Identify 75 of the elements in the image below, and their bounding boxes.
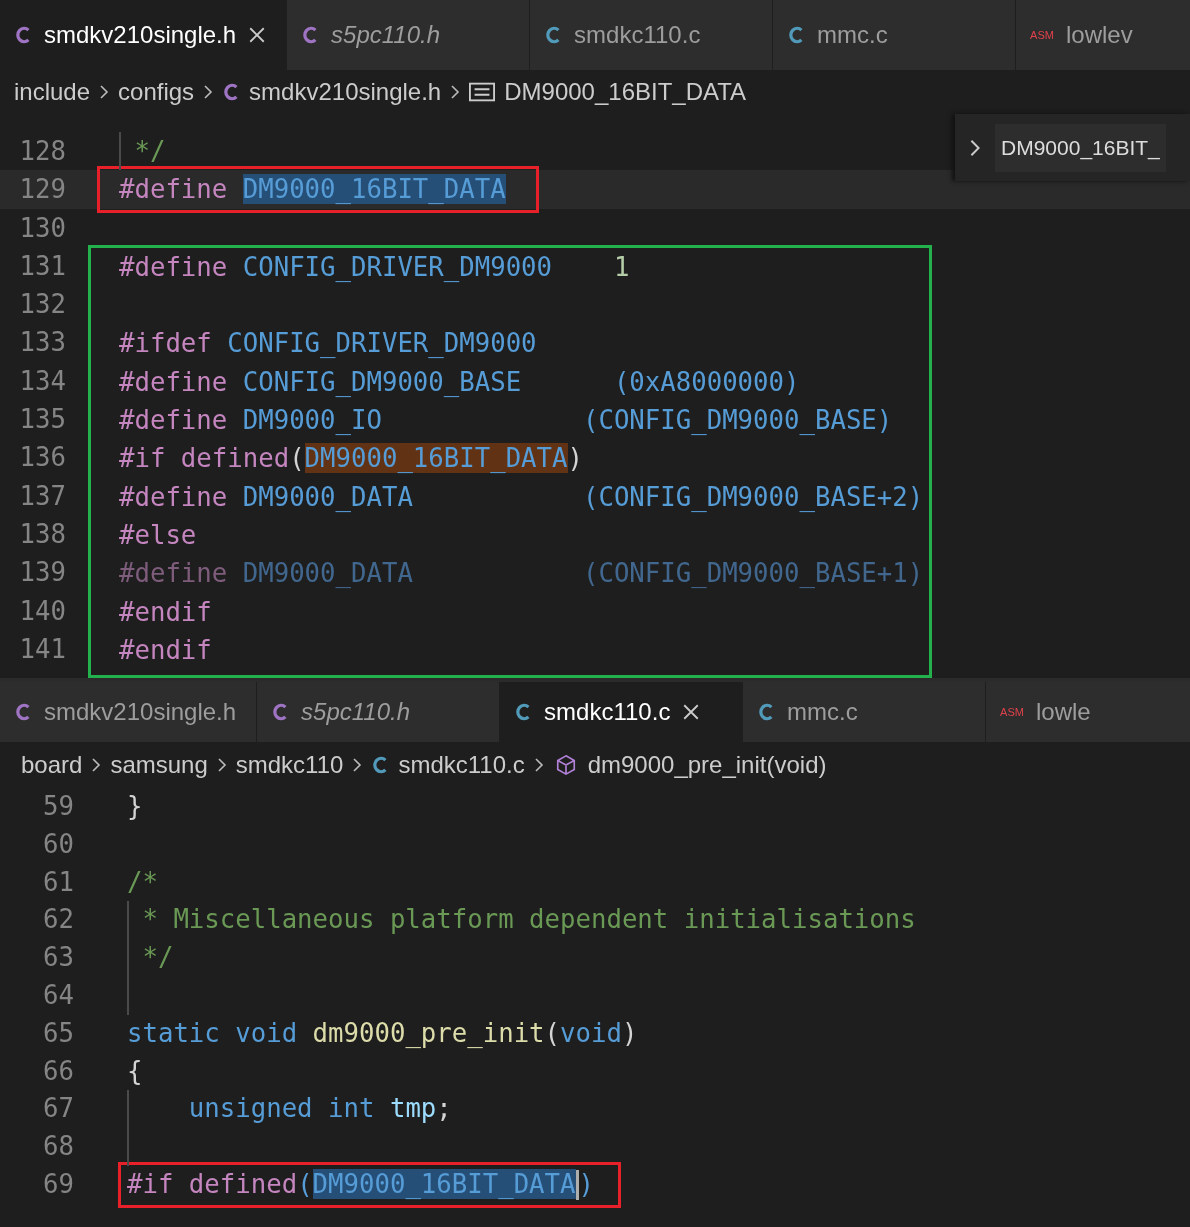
line-number: 68 xyxy=(42,1130,74,1164)
editor-tab[interactable]: smdkc110.c xyxy=(500,682,744,742)
close-icon[interactable] xyxy=(248,26,267,44)
line-number: 128 xyxy=(18,135,66,168)
editor-tab[interactable]: mmc.c xyxy=(773,0,1017,70)
line-number: 69 xyxy=(42,1167,74,1201)
code-line: #endif xyxy=(119,596,212,627)
editor-tab[interactable]: s5pc110.h xyxy=(287,0,531,70)
breadcrumb-item[interactable]: smdkc110.c xyxy=(398,751,525,779)
code-line: { xyxy=(127,1055,143,1086)
line-number: 140 xyxy=(18,594,66,628)
editor-tab[interactable]: smdkv210single.h xyxy=(0,682,258,742)
code-line: unsigned int tmp; xyxy=(187,1093,452,1124)
line-number: 62 xyxy=(42,903,74,937)
editor-tab[interactable]: ASM lowlev xyxy=(1016,0,1190,70)
close-icon[interactable] xyxy=(682,703,701,721)
breadcrumb-item[interactable]: dm9000_pre_init(void) xyxy=(587,751,827,779)
chevron-right-icon xyxy=(203,84,214,100)
code-line: #define CONFIG_DM9000_BASE (0xA8000000) xyxy=(119,366,800,397)
breadcrumb-item[interactable]: smdkc110 xyxy=(235,751,344,779)
editor-tab[interactable]: ASM lowle xyxy=(986,682,1190,742)
chevron-right-icon xyxy=(450,84,461,100)
editor-tab[interactable]: mmc.c xyxy=(743,682,987,742)
breadcrumb-item[interactable]: include xyxy=(14,78,91,106)
line-number: 131 xyxy=(18,249,66,283)
code-line: #ifdef CONFIG_DRIVER_DM9000 xyxy=(119,328,537,359)
line-number: 65 xyxy=(42,1016,74,1050)
code-line: #define DM9000_IO (CONFIG_DM9000_BASE) xyxy=(119,405,893,436)
line-number: 139 xyxy=(18,556,66,590)
line-number: 61 xyxy=(42,865,74,899)
chevron-right-icon xyxy=(91,757,102,773)
breadcrumb-item[interactable]: DM9000_16BIT_DATA xyxy=(504,78,747,106)
line-number: 129 xyxy=(18,173,66,207)
code-line: * Miscellaneous platform dependent initialisations xyxy=(141,904,916,935)
assembly-file-icon: ASM xyxy=(1030,29,1054,41)
breadcrumb-item[interactable]: configs xyxy=(118,78,195,106)
breadcrumb-item[interactable]: board xyxy=(21,751,83,779)
line-number: 138 xyxy=(18,517,66,551)
line-number: 130 xyxy=(18,211,66,245)
editor-tab[interactable]: smdkv210single.h xyxy=(0,0,288,70)
chevron-right-icon xyxy=(352,757,363,773)
line-number: 132 xyxy=(18,288,66,322)
assembly-file-icon: ASM xyxy=(1000,706,1024,718)
code-line: #define DM9000_16BIT_DATA xyxy=(119,174,506,205)
c-file-icon xyxy=(14,701,32,723)
line-number: 67 xyxy=(42,1092,74,1126)
editor-tab[interactable]: smdkc110.c xyxy=(530,0,774,70)
line-number: 63 xyxy=(42,941,74,975)
line-number: 66 xyxy=(42,1054,74,1088)
code-line: #define CONFIG_DRIVER_DM9000 1 xyxy=(119,251,630,282)
line-number: 141 xyxy=(18,632,66,666)
chevron-right-icon xyxy=(216,757,227,773)
line-number: 134 xyxy=(18,364,66,398)
code-line: /* xyxy=(127,866,158,897)
breadcrumb-item[interactable]: samsung xyxy=(110,751,208,779)
line-number: 64 xyxy=(42,979,74,1012)
chevron-right-icon xyxy=(99,84,110,100)
code-line: #define DM9000_DATA (CONFIG_DM9000_BASE+1) xyxy=(119,558,924,589)
line-number: 137 xyxy=(18,479,66,513)
code-line: } xyxy=(127,791,143,821)
code-line: static void dm9000_pre_init(void) xyxy=(127,1017,638,1048)
line-number: 59 xyxy=(42,790,74,823)
breadcrumb-item[interactable]: smdkv210single.h xyxy=(249,78,442,106)
c-file-icon xyxy=(14,24,32,46)
code-line: #else xyxy=(119,519,197,550)
code-line: */ xyxy=(141,942,174,973)
line-number: 60 xyxy=(42,827,74,861)
code-line: #endif xyxy=(119,634,212,665)
code-line: #define DM9000_DATA (CONFIG_DM9000_BASE+2) xyxy=(119,481,924,512)
line-number: 135 xyxy=(18,403,66,437)
line-number: 133 xyxy=(18,326,66,360)
editor-tab[interactable]: s5pc110.h xyxy=(257,682,501,742)
chevron-right-icon xyxy=(533,757,544,773)
line-number: 136 xyxy=(18,441,66,475)
code-line: */ xyxy=(133,136,166,166)
